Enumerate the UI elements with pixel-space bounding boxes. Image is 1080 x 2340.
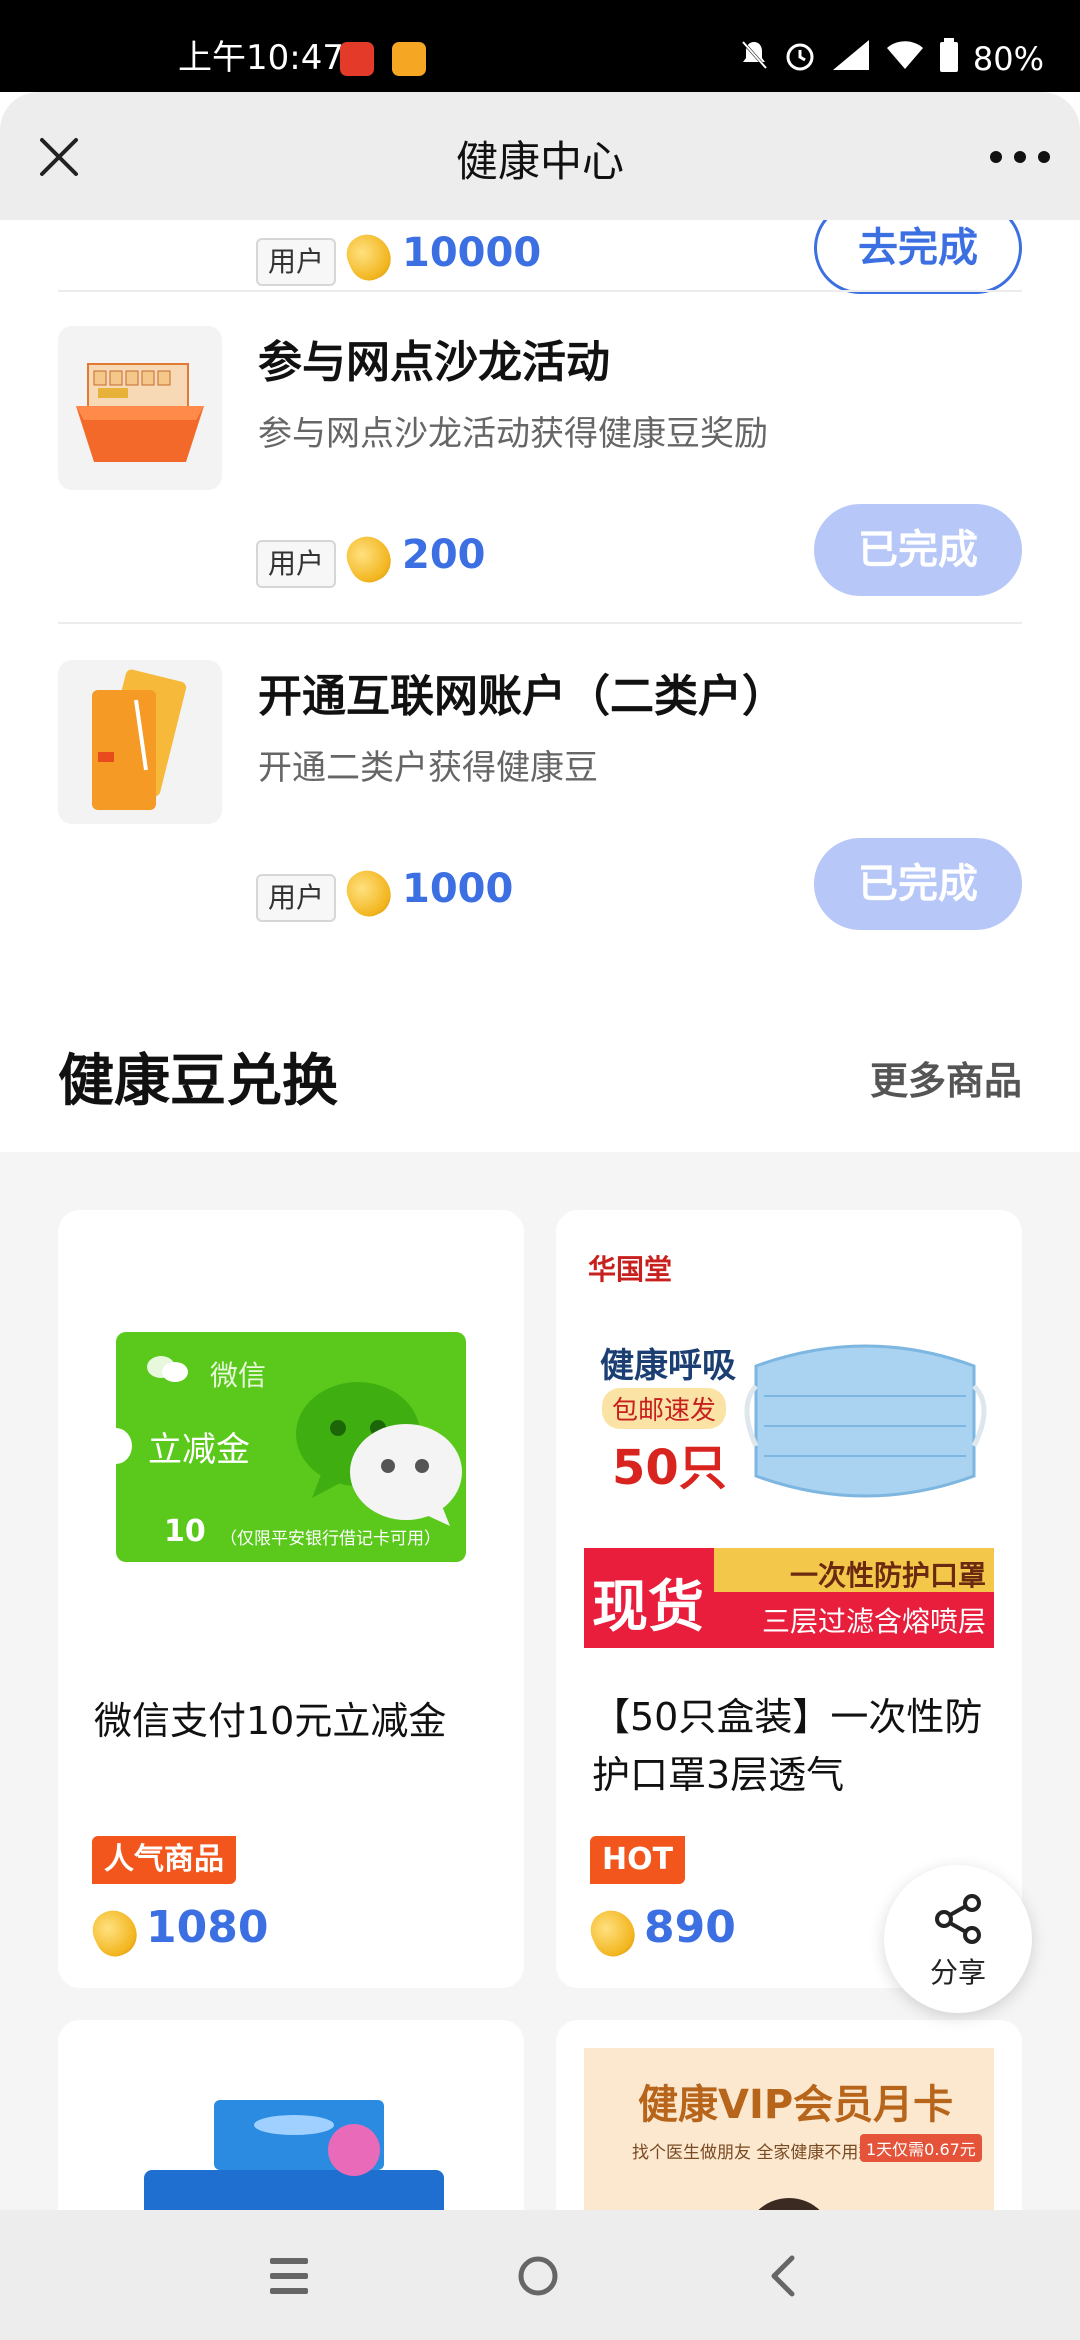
bean-icon: [584, 1903, 642, 1963]
mask-product-image: 华国堂 健康呼吸 包邮速发 50只 现货 一次性防护口罩 三层过滤含熔喷层: [584, 1238, 994, 1648]
product-name: 微信支付10元立减金: [94, 1699, 447, 1743]
message-notification-icon: [392, 42, 426, 76]
mask-line2: 包邮速发: [602, 1388, 727, 1429]
task-item: 用户 10000 去完成: [58, 220, 1022, 294]
signal-icon: [831, 38, 871, 80]
voucher-title: 立减金: [148, 1430, 250, 1470]
task-title: 参与网点沙龙活动: [258, 337, 610, 388]
divider: [58, 622, 1022, 624]
status-time: 上午10:47: [178, 38, 344, 78]
task-points: 10000: [402, 230, 542, 276]
divider: [58, 290, 1022, 292]
product-points: 890: [644, 1902, 736, 1953]
promo-banner: 现货 一次性防护口罩 三层过滤含熔喷层: [584, 1548, 994, 1648]
vip-price-tag: 1天仅需0.67元: [860, 2134, 982, 2162]
wifi-icon: [885, 39, 925, 79]
mask-line1: 健康呼吸: [600, 1346, 736, 1386]
share-label: 分享: [929, 1956, 986, 1989]
face-mask-illustration: [744, 1344, 987, 1498]
task-item-salon: 参与网点沙龙活动 参与网点沙龙活动获得健康豆奖励 用户 200 已完成: [58, 326, 1022, 616]
app-notification-icon: [340, 42, 374, 76]
product-name: 【50只盒装】一次性防护口罩3层透气: [592, 1695, 983, 1797]
hot-badge: HOT: [590, 1836, 686, 1884]
bean-icon: [340, 529, 398, 589]
voucher-amount: 10: [164, 1514, 206, 1549]
product-card-wechat[interactable]: 微信 立减金 10 （仅限平安银行借记卡可用） 微信支付10元立减金 人气商品 …: [58, 1210, 524, 1988]
vip-title: 健康VIP会员月卡: [638, 2082, 954, 2128]
voucher-brand: 微信: [210, 1359, 267, 1392]
share-button[interactable]: 分享: [884, 1865, 1032, 2013]
bank-card-thumbnail: [58, 660, 222, 824]
popular-badge: 人气商品: [92, 1836, 236, 1884]
back-icon[interactable]: [768, 2254, 798, 2298]
completed-button[interactable]: 已完成: [814, 838, 1022, 930]
status-bar: 上午10:47 80%: [0, 0, 1080, 92]
banner-line2: 三层过滤含熔喷层: [761, 1605, 986, 1638]
more-options-icon[interactable]: [990, 142, 1050, 172]
voucher-note: （仅限平安银行借记卡可用）: [220, 1529, 441, 1549]
alarm-icon: [783, 38, 817, 80]
home-icon[interactable]: [516, 2254, 560, 2298]
system-nav-bar: [0, 2210, 1080, 2340]
task-description: 参与网点沙龙活动获得健康豆奖励: [258, 414, 768, 454]
brand-logo: 华国堂: [588, 1253, 673, 1286]
menu-icon[interactable]: [268, 2256, 310, 2296]
mask-line3: 50只: [612, 1440, 727, 1496]
more-products-link[interactable]: 更多商品: [870, 1050, 1022, 1105]
product-points: 1080: [146, 1902, 269, 1953]
completed-button[interactable]: 已完成: [814, 504, 1022, 596]
task-user-tag: 用户: [256, 540, 337, 588]
bean-icon: [340, 863, 398, 923]
banner-line1: 一次性防护口罩: [789, 1559, 986, 1592]
wechat-bubbles-icon: [296, 1382, 462, 1526]
go-complete-button[interactable]: 去完成: [814, 220, 1022, 294]
task-description: 开通二类户获得健康豆: [258, 748, 598, 788]
vip-subtitle: 找个医生做朋友 全家健康不用愁: [632, 2143, 876, 2163]
battery-percent: 80%: [972, 40, 1044, 78]
in-stock-text: 现货: [592, 1575, 704, 1640]
page-title: 健康中心: [455, 137, 624, 186]
bean-icon: [86, 1903, 144, 1963]
header-bar: 健康中心: [0, 92, 1080, 220]
task-user-tag: 用户: [256, 238, 337, 286]
wechat-logo-icon: [146, 1354, 190, 1384]
bean-icon: [340, 227, 398, 287]
battery-icon: [939, 38, 959, 80]
scroll-content[interactable]: 用户 10000 去完成 参与网点沙龙活动 参与网点沙龙活动获得健康豆奖励 用户…: [0, 220, 1080, 2300]
task-title: 开通互联网账户（二类户）: [258, 671, 786, 722]
exchange-section-title: 健康豆兑换: [58, 1049, 338, 1114]
mini-program-sheet: 健康中心 用户 10000 去完成 参与网点沙龙活动 参与网点沙龙活动获得健康豆…: [0, 92, 1080, 2340]
salon-thumbnail: [58, 326, 222, 490]
task-points: 1000: [402, 866, 514, 912]
mute-icon: [739, 39, 769, 79]
task-points: 200: [402, 532, 486, 578]
task-user-tag: 用户: [256, 874, 337, 922]
share-icon: [935, 1894, 981, 1944]
task-item-account: 开通互联网账户（二类户） 开通二类户获得健康豆 用户 1000 已完成: [58, 660, 1022, 950]
wechat-voucher-image: 微信 立减金 10 （仅限平安银行借记卡可用）: [116, 1332, 466, 1562]
